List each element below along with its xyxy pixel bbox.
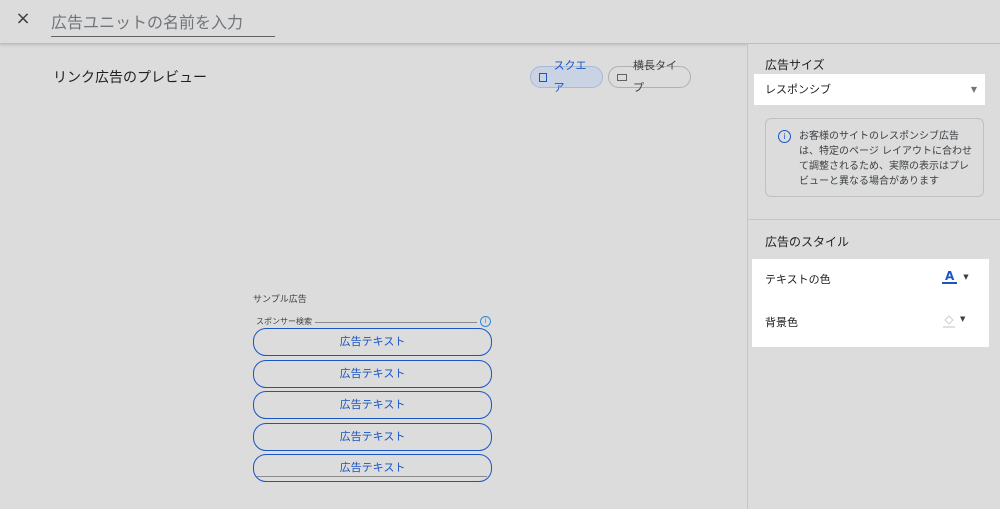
ad-link-button[interactable]: 広告テキスト xyxy=(253,328,492,356)
wide-toggle-button[interactable]: 横長タイプ xyxy=(608,59,691,94)
ad-list: 広告テキスト 広告テキスト 広告テキスト 広告テキスト 広告テキスト xyxy=(253,328,492,486)
text-color-picker[interactable]: A ▼ xyxy=(942,269,972,285)
ad-style-title: 広告のスタイル xyxy=(765,235,850,249)
info-icon: i xyxy=(778,130,791,143)
ad-link-button[interactable]: 広告テキスト xyxy=(253,359,492,388)
ad-style-box: テキストの色 A ▼ 背景色 ▼ xyxy=(752,259,989,347)
ad-link-button[interactable]: 広告テキスト xyxy=(253,454,492,483)
chevron-down-icon: ▼ xyxy=(960,315,966,323)
text-color-icon: A xyxy=(942,270,958,284)
section-divider xyxy=(748,219,1000,220)
ad-bottom-divider xyxy=(257,476,487,477)
dropdown-arrow-icon: ▼ xyxy=(970,85,977,94)
close-icon[interactable]: × xyxy=(12,8,34,30)
sample-ad-label: サンプル広告 xyxy=(253,295,307,305)
sponsor-row: スポンサー検索 i xyxy=(256,316,491,328)
top-bar: × xyxy=(0,0,1000,44)
wide-toggle-label: 横長タイプ xyxy=(633,59,678,94)
responsive-info-box: i お客様のサイトのレスポンシブ広告は、特定のページ レイアウトに合わせて調整さ… xyxy=(765,118,984,197)
square-icon xyxy=(539,72,548,82)
square-toggle-label: スクエア xyxy=(553,59,587,94)
preview-title: リンク広告のプレビュー xyxy=(53,70,207,86)
chevron-down-icon: ▼ xyxy=(963,273,969,281)
text-color-label: テキストの色 xyxy=(765,273,831,286)
square-toggle-button[interactable]: スクエア xyxy=(530,59,603,94)
ad-link-button[interactable]: 広告テキスト xyxy=(253,422,492,451)
ad-unit-name-input[interactable] xyxy=(51,8,275,37)
ad-link-button[interactable]: 広告テキスト xyxy=(253,391,492,420)
background-color-label: 背景色 xyxy=(765,316,798,329)
settings-panel: 広告サイズ レスポンシブ ▼ i お客様のサイトのレスポンシブ広告は、特定のペー… xyxy=(747,44,1000,509)
ad-size-value: レスポンシブ xyxy=(765,83,831,96)
responsive-info-text: お客様のサイトのレスポンシブ広告は、特定のページ レイアウトに合わせて調整される… xyxy=(799,131,972,187)
ad-info-icon[interactable]: i xyxy=(480,316,491,327)
background-color-picker[interactable]: ▼ xyxy=(942,311,972,328)
ad-size-select[interactable]: レスポンシブ ▼ xyxy=(754,74,985,105)
paint-bucket-icon xyxy=(942,313,955,328)
wide-rectangle-icon xyxy=(617,73,628,81)
ad-size-title: 広告サイズ xyxy=(765,58,825,72)
sponsor-label: スポンサー検索 xyxy=(256,316,315,327)
